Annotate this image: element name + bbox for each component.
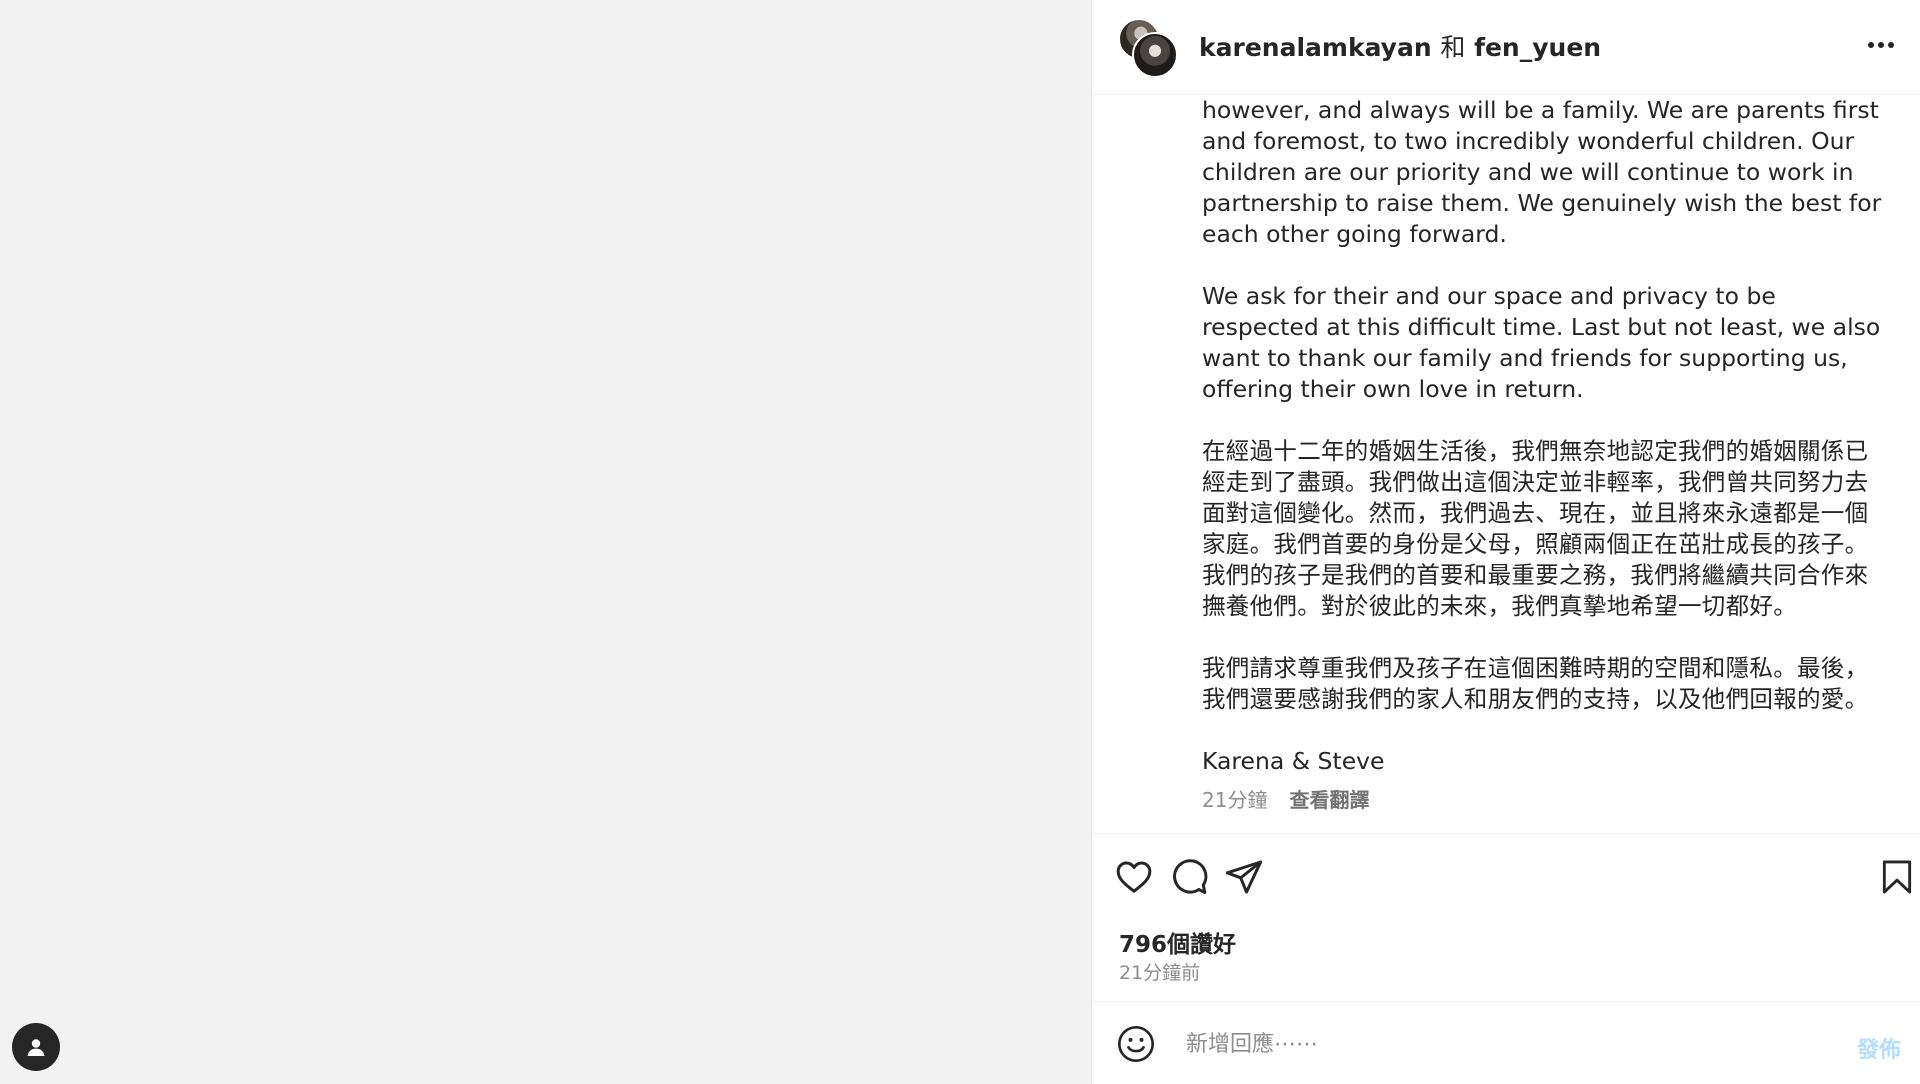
emoji-button[interactable] bbox=[1116, 1024, 1156, 1064]
save-button[interactable] bbox=[1875, 855, 1919, 899]
comment-bar: 發佈 bbox=[1092, 1002, 1920, 1084]
caption-paragraph: however, and always will be a family. We… bbox=[1202, 96, 1882, 248]
collab-avatars[interactable] bbox=[1118, 18, 1178, 78]
media-backdrop bbox=[0, 0, 1091, 1084]
page: karenalamkayan 和 fen_yuen however, and a… bbox=[0, 0, 1920, 1084]
profile-icon bbox=[27, 1039, 45, 1056]
share-button[interactable] bbox=[1222, 855, 1266, 899]
see-translation-button[interactable]: 查看翻譯 bbox=[1289, 785, 1369, 816]
post-panel: karenalamkayan 和 fen_yuen however, and a… bbox=[1091, 0, 1920, 1084]
author-link-1[interactable]: karenalamkayan bbox=[1199, 33, 1432, 62]
caption-signature: Karena & Steve bbox=[1202, 747, 1385, 775]
avatar bbox=[1132, 32, 1178, 78]
like-count[interactable]: 796個讚好 bbox=[1119, 925, 1236, 959]
caption-time: 21分鐘 bbox=[1202, 788, 1268, 812]
action-bar bbox=[1092, 855, 1920, 903]
author-link-2[interactable]: fen_yuen bbox=[1474, 33, 1601, 62]
caption-meta: 21分鐘 查看翻譯 bbox=[1202, 785, 1892, 816]
more-options-button[interactable] bbox=[1863, 30, 1899, 60]
caption-paragraph: 我們請求尊重我們及孩子在這個困難時期的空間和隱私。最後，我們還要感謝我們的家人和… bbox=[1202, 654, 1869, 713]
post-comment-button[interactable]: 發佈 bbox=[1857, 1032, 1901, 1064]
divider bbox=[1092, 833, 1920, 834]
post-timestamp[interactable]: 21分鐘前 bbox=[1119, 958, 1200, 985]
profile-button[interactable] bbox=[12, 1023, 60, 1071]
caption-scroll[interactable]: however, and always will be a family. We… bbox=[1092, 95, 1920, 833]
post-header: karenalamkayan 和 fen_yuen bbox=[1092, 0, 1920, 95]
more-horizontal-icon bbox=[1868, 42, 1894, 48]
caption-text: however, and always will be a family. We… bbox=[1202, 95, 1892, 816]
comment-icon bbox=[1173, 859, 1208, 894]
emoji-icon bbox=[1118, 1026, 1154, 1062]
post-authors: karenalamkayan 和 fen_yuen bbox=[1199, 28, 1601, 64]
author-joiner: 和 bbox=[1440, 33, 1466, 62]
bookmark-icon bbox=[1882, 860, 1912, 894]
heart-icon bbox=[1116, 861, 1152, 893]
caption-paragraph: We ask for their and our space and priva… bbox=[1202, 282, 1881, 403]
comment-button[interactable] bbox=[1167, 855, 1211, 899]
comment-input[interactable] bbox=[1184, 1022, 1788, 1066]
like-button[interactable] bbox=[1112, 855, 1156, 899]
caption-paragraph: 在經過十二年的婚姻生活後，我們無奈地認定我們的婚姻關係已經走到了盡頭。我們做出這… bbox=[1202, 437, 1869, 620]
paper-plane-icon bbox=[1225, 860, 1263, 894]
